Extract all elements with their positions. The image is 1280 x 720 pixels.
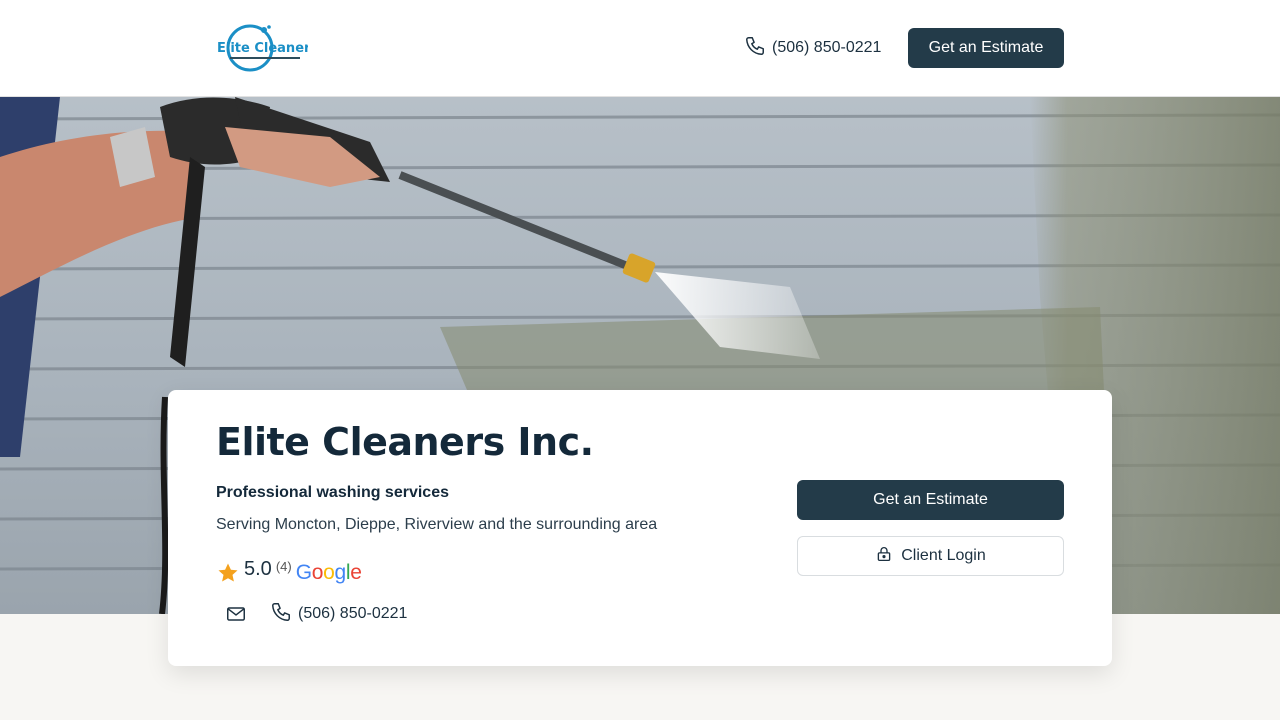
logo[interactable]: Elite Cleaners: [216, 22, 308, 74]
client-login-button[interactable]: Client Login: [797, 536, 1064, 576]
card-phone-number: (506) 850-0221: [298, 605, 408, 622]
rating[interactable]: 5.0 (4) Google: [216, 554, 362, 584]
business-tagline: Professional washing services: [216, 484, 449, 501]
mail-icon[interactable]: [224, 602, 248, 626]
rating-value: 5.0: [244, 557, 272, 580]
client-login-label: Client Login: [901, 547, 986, 564]
header-phone-link[interactable]: (506) 850-0221: [744, 36, 881, 60]
service-area: Serving Moncton, Dieppe, Riverview and t…: [216, 516, 658, 533]
logo-text: Elite Cleaners: [217, 41, 308, 56]
card-phone-link[interactable]: (506) 850-0221: [270, 601, 407, 628]
lock-icon: [875, 545, 893, 568]
header-phone-number: (506) 850-0221: [772, 39, 882, 56]
rating-count: (4): [275, 558, 292, 574]
phone-icon: [744, 35, 766, 62]
header-estimate-button[interactable]: Get an Estimate: [908, 28, 1064, 68]
contact-row: (506) 850-0221: [216, 602, 407, 626]
site-header: Elite Cleaners (506) 850-0221 Get an Est…: [0, 0, 1280, 97]
business-card: Elite Cleaners Inc. Professional washing…: [168, 390, 1112, 666]
google-logo: Google: [295, 561, 362, 584]
card-estimate-button[interactable]: Get an Estimate: [797, 480, 1064, 520]
star-icon: [216, 561, 240, 585]
business-name: Elite Cleaners Inc.: [216, 420, 594, 464]
phone-icon: [270, 601, 292, 628]
